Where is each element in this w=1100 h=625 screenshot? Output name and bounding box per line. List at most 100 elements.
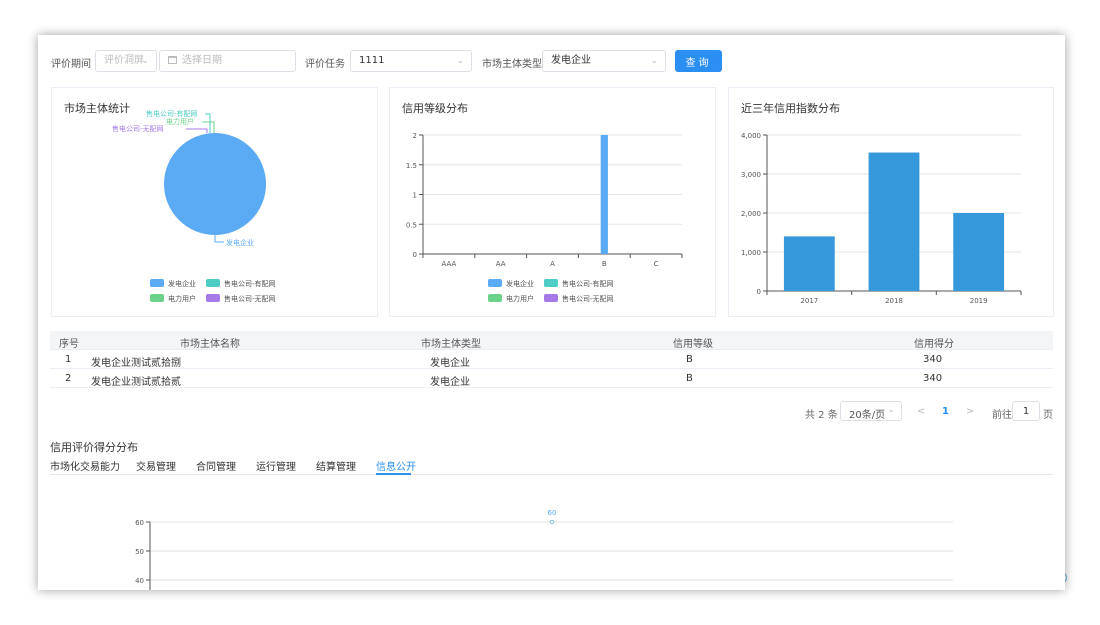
type-label: 市场主体类型 <box>482 59 542 70</box>
pie-label-retail-with-grid: 售电公司-有配网 <box>146 109 198 118</box>
cell-type: 发电企业 <box>430 377 470 388</box>
type-select[interactable]: 发电企业 ⌄ <box>542 50 666 72</box>
legend-retail-no-grid[interactable]: 售电公司-无配网 <box>562 294 614 303</box>
table-row[interactable]: 2 发电企业测试贰拾贰 发电企业 B 340 <box>50 369 1053 388</box>
tab-contract-management[interactable]: 合同管理 <box>196 458 236 473</box>
bar-B[interactable] <box>600 135 608 254</box>
y-tick-label: 1 <box>413 192 417 200</box>
market-entity-table: 序号 市场主体名称 市场主体类型 信用等级 信用得分 1 发电企业测试贰拾捌 发… <box>50 331 1053 388</box>
page-size-select[interactable]: 20条/页 ⌄ <box>840 401 902 421</box>
period-select[interactable]: 评价洞屏 ⌄ <box>95 50 157 72</box>
legend-retail-with-grid[interactable]: 售电公司-有配网 <box>224 279 276 288</box>
bar-2017[interactable] <box>783 236 835 291</box>
y-tick-label: 0 <box>757 288 761 296</box>
legend-swatch-power-user <box>488 294 502 302</box>
legend-swatch-power-plant <box>488 279 502 287</box>
legend-swatch-power-user <box>150 294 164 302</box>
tab-market-trading[interactable]: 市场化交易能力 <box>50 458 120 473</box>
pie-slice-power-plant[interactable] <box>164 133 266 235</box>
app-window: 评价期间 评价洞屏 ⌄ 选择日期 评价任务 1111 ⌄ 市场主体类型 发电企业… <box>38 35 1065 590</box>
bar-2019[interactable] <box>953 213 1005 291</box>
table-row[interactable]: 1 发电企业测试贰拾捌 发电企业 B 340 <box>50 350 1053 369</box>
y-tick-label: 2 <box>413 132 417 140</box>
period-label: 评价期间 <box>51 59 91 70</box>
legend-retail-no-grid[interactable]: 售电公司-无配网 <box>224 294 276 303</box>
prev-page-button[interactable]: < <box>917 406 925 426</box>
legend-power-user[interactable]: 电力用户 <box>506 294 534 303</box>
tab-settlement-management[interactable]: 结算管理 <box>316 458 356 473</box>
line-data-label: 60 <box>548 509 557 517</box>
y-tick-label: 0.5 <box>406 221 417 229</box>
legend-power-plant[interactable]: 发电企业 <box>506 279 534 288</box>
goto-page-input[interactable]: 1 <box>1012 401 1040 421</box>
y-tick-label: 50 <box>135 548 144 556</box>
cell-name: 发电企业测试贰拾贰 <box>91 377 181 388</box>
tab-trade-management[interactable]: 交易管理 <box>136 458 176 473</box>
legend-swatch-power-plant <box>150 279 164 287</box>
y-tick-label: 3,000 <box>741 171 761 179</box>
legend-swatch-retail-no-grid <box>544 294 558 302</box>
y-tick-label: 0 <box>413 251 417 259</box>
chevron-down-icon: ⌄ <box>650 56 658 66</box>
chevron-down-icon: ⌄ <box>887 405 895 415</box>
cell-index: 1 <box>65 354 72 365</box>
x-tick-label: AA <box>496 260 506 268</box>
score-tabs: 市场化交易能力 交易管理 合同管理 运行管理 结算管理 信息公开 <box>50 455 1053 475</box>
credit-grade-bar-chart: 00.511.52AAA AA A B C 发电企业 售电公司-有配网 电力用户 售电公… <box>406 132 683 303</box>
task-select[interactable]: 1111 ⌄ <box>350 50 472 72</box>
cell-score: 340 <box>923 373 943 384</box>
chevron-down-icon: ⌄ <box>456 56 464 66</box>
table-header: 序号 市场主体名称 市场主体类型 信用等级 信用得分 <box>50 331 1053 350</box>
grade-plot-area: 00.511.52AAA AA A B C <box>406 132 683 268</box>
legend-power-plant[interactable]: 发电企业 <box>168 279 196 288</box>
date-picker[interactable]: 选择日期 <box>159 50 296 72</box>
active-tab-indicator <box>376 473 411 475</box>
task-label: 评价任务 <box>305 59 345 70</box>
x-tick-label: 2019 <box>970 297 988 305</box>
cell-name: 发电企业测试贰拾捌 <box>91 358 181 369</box>
grade-legend: 发电企业 售电公司-有配网 电力用户 售电公司-无配网 <box>488 279 614 303</box>
line-point-信息公开[interactable] <box>549 519 555 525</box>
tab-info-disclosure[interactable]: 信息公开 <box>376 458 416 473</box>
y-tick-label: 40 <box>135 577 144 585</box>
next-page-button[interactable]: > <box>966 406 974 426</box>
page-number-current[interactable]: 1 <box>942 406 949 426</box>
x-tick-label: B <box>602 260 607 268</box>
cell-index: 2 <box>65 373 72 384</box>
bar-2018[interactable] <box>868 152 920 291</box>
pie-chart: 售电公司-有配网 电力用户 售电公司-无配网 发电企业 发电企业 售电公司-有配… <box>112 109 276 303</box>
header-score: 信用得分 <box>914 339 954 350</box>
y-tick-label: 4,000 <box>741 132 761 140</box>
y-tick-label: 2,000 <box>741 210 761 218</box>
score-line-chart: 60 50 40 60 <box>135 509 953 590</box>
legend-swatch-retail-with-grid <box>206 279 220 287</box>
pagination-total: 共 2 条 <box>805 410 838 421</box>
y-tick-label: 1.5 <box>406 162 417 170</box>
chevron-down-icon: ⌄ <box>141 56 149 66</box>
legend-power-user[interactable]: 电力用户 <box>168 294 196 303</box>
legend-swatch-retail-with-grid <box>544 279 558 287</box>
page-size-value: 20条/页 <box>849 410 886 421</box>
query-button[interactable]: 查询 <box>675 50 722 72</box>
header-name: 市场主体名称 <box>180 339 240 350</box>
pie-label-power-user: 电力用户 <box>166 117 194 126</box>
cell-grade: B <box>686 354 693 365</box>
header-grade: 信用等级 <box>673 339 713 350</box>
page-unit-label: 页 <box>1043 410 1053 421</box>
tab-operation-management[interactable]: 运行管理 <box>256 458 296 473</box>
line-plot-area: 60 50 40 60 <box>135 509 953 590</box>
credit-index-bar-chart: 0 1,000 2,000 3,000 4,000 2017 2018 2019 <box>741 132 1022 305</box>
cell-score: 340 <box>923 354 943 365</box>
index-plot-area: 0 1,000 2,000 3,000 4,000 2017 2018 2019 <box>741 132 1022 305</box>
cell-type: 发电企业 <box>430 358 470 369</box>
x-tick-label: A <box>550 260 555 268</box>
pie-label-retail-no-grid: 售电公司-无配网 <box>112 124 164 133</box>
x-tick-label: 2017 <box>800 297 818 305</box>
credit-grade-card: 信用等级分布 0 0.5 1 1.5 2 AAA AA A B C 发电企业 售电公司-有配网 电… <box>389 87 716 317</box>
y-tick-label: 1,000 <box>741 249 761 257</box>
header-type: 市场主体类型 <box>421 339 481 350</box>
pie-legend: 发电企业 售电公司-有配网 电力用户 售电公司-无配网 <box>150 279 276 303</box>
legend-retail-with-grid[interactable]: 售电公司-有配网 <box>562 279 614 288</box>
pie-label-power-plant: 发电企业 <box>226 238 254 247</box>
goto-page-value: 1 <box>1022 406 1030 417</box>
